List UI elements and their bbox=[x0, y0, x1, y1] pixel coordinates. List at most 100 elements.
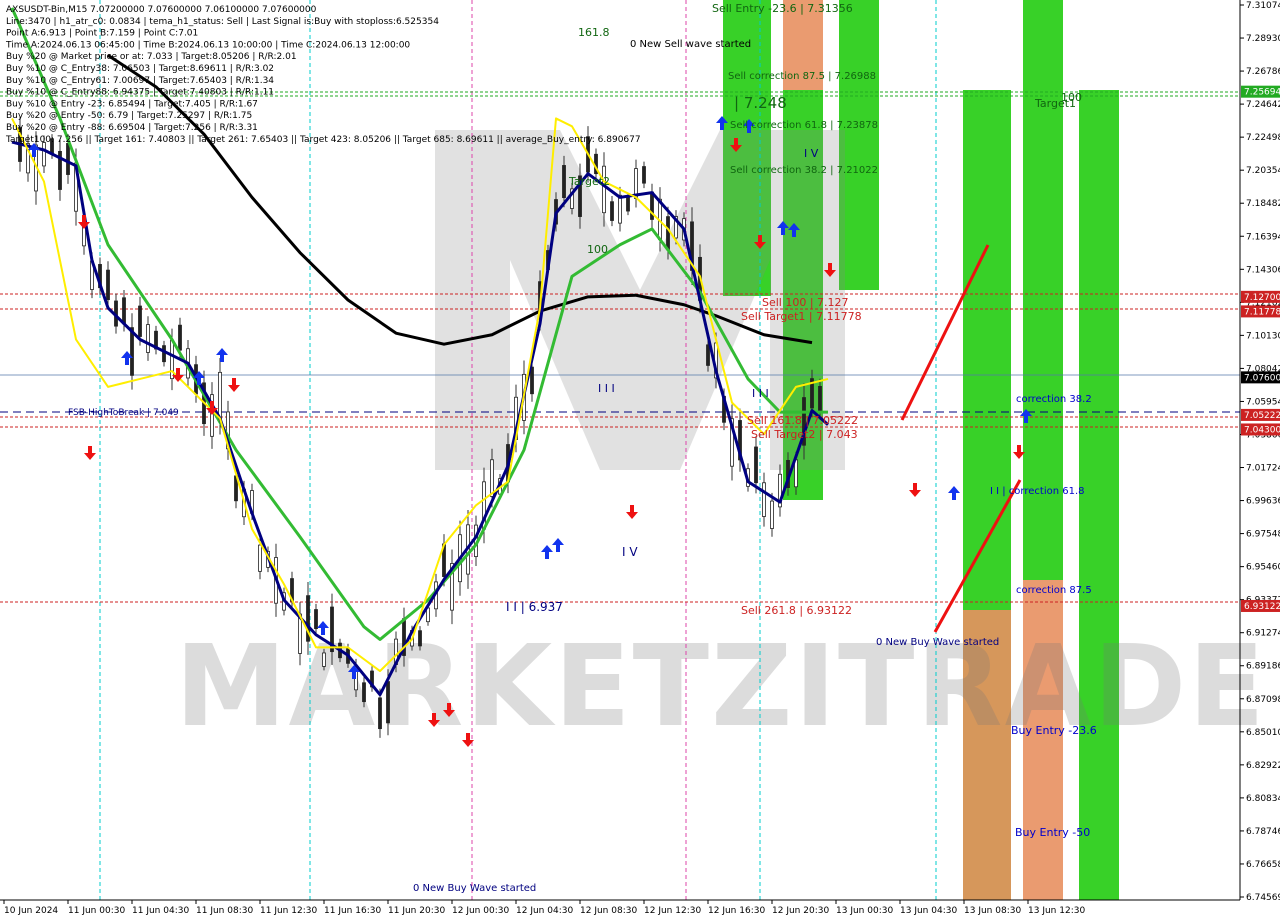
time-tick-label: 12 Jun 16:30 bbox=[708, 906, 765, 916]
price-tick-label: 7.10130 bbox=[1246, 331, 1280, 341]
chart-annotation: I I | correction 61.8 bbox=[990, 486, 1085, 497]
candle-body bbox=[418, 630, 422, 647]
price-tick-label: 7.14306 bbox=[1246, 265, 1280, 275]
header-line: Point A:6.913 | Point B:7.159 | Point C:… bbox=[6, 29, 198, 39]
price-chart: MARKETZITRADE Sell Entry -23.6 | 7.31356… bbox=[0, 0, 1280, 916]
chart-annotation: Sell 261.8 | 6.93122 bbox=[741, 604, 852, 617]
candle-body bbox=[386, 681, 390, 724]
candle-body bbox=[754, 446, 758, 484]
header-line: Time A:2024.06.13 06:45:00 | Time B:2024… bbox=[5, 40, 410, 50]
candle-body bbox=[818, 385, 822, 413]
time-tick-label: 11 Jun 12:30 bbox=[260, 906, 317, 916]
price-tick-label: 6.95460 bbox=[1246, 563, 1280, 573]
chart-annotation: 0 New Buy Wave started bbox=[876, 637, 999, 648]
price-tick-label: 6.91274 bbox=[1246, 629, 1280, 639]
time-tick-label: 13 Jun 12:30 bbox=[1028, 906, 1085, 916]
candle-body bbox=[162, 345, 166, 363]
chart-annotation: 0 New Buy Wave started bbox=[413, 883, 536, 894]
chart-annotation: | 7.248 bbox=[734, 94, 787, 112]
candle-body bbox=[626, 196, 630, 212]
chart-annotation: Sell correction 61.8 | 7.23878 bbox=[730, 120, 878, 131]
price-axis: 7.31074 7.28930 7.26786 7.24642 7.22498 7.203… bbox=[1239, 0, 1280, 903]
price-tick-label: 6.74569 bbox=[1246, 893, 1280, 903]
candle-body bbox=[490, 459, 494, 497]
chart-annotation: Sell Target1 | 7.11778 bbox=[741, 310, 862, 323]
price-tag-label: 7.11778 bbox=[1244, 307, 1280, 317]
candle-body bbox=[322, 652, 326, 667]
candle-body bbox=[178, 324, 182, 351]
candle-body bbox=[770, 500, 774, 529]
price-tick-label: 6.80834 bbox=[1246, 794, 1280, 804]
chart-annotation: Sell 100 | 7.127 bbox=[762, 296, 849, 309]
time-tick-label: 10 Jun 2024 bbox=[4, 906, 58, 916]
candle-body bbox=[106, 269, 110, 301]
candle-body bbox=[618, 194, 622, 224]
price-tick-label: 7.18482 bbox=[1246, 199, 1280, 209]
chart-annotation: 100 bbox=[587, 243, 608, 256]
price-tag-label: 7.05222 bbox=[1244, 411, 1280, 421]
time-tick-label: 11 Jun 04:30 bbox=[132, 906, 189, 916]
candle-body bbox=[122, 297, 126, 325]
price-tick-label: 7.31074 bbox=[1246, 1, 1280, 11]
candle-body bbox=[218, 371, 222, 421]
header-line: Buy %10 @ C_Entry61: 7.00697 | Target:7.… bbox=[6, 76, 274, 86]
chart-annotation: 161.8 bbox=[578, 26, 610, 39]
header-line: Line:3470 | h1_atr_c0: 0.0834 | tema_h1_… bbox=[6, 17, 439, 27]
price-tick-label: 6.87098 bbox=[1246, 695, 1280, 705]
header-line: Buy %20 @ Entry -88: 6.69504 | Target:7.… bbox=[6, 123, 258, 133]
candle-body bbox=[138, 305, 142, 337]
price-tick-label: 7.26786 bbox=[1246, 67, 1280, 77]
price-tick-label: 6.99636 bbox=[1246, 497, 1280, 507]
header-line: AXSUSDT-Bin,M15 7.07200000 7.07600000 7.… bbox=[6, 5, 317, 15]
time-tick-label: 12 Jun 04:30 bbox=[516, 906, 573, 916]
chart-annotation: I I I bbox=[752, 387, 769, 400]
chart-annotation: I V bbox=[804, 147, 819, 160]
price-tick-label: 7.05954 bbox=[1246, 397, 1280, 407]
chart-annotation: I I | 6.937 bbox=[506, 600, 563, 614]
time-tick-label: 12 Jun 08:30 bbox=[580, 906, 637, 916]
price-tick-label: 6.78746 bbox=[1246, 827, 1280, 837]
candle-body bbox=[314, 609, 318, 629]
header-line: Buy %20 @ Market price or at: 7.033 | Ta… bbox=[6, 52, 297, 62]
header-line: Buy %10 @ C_Entry88: 6.94375 | Target:7.… bbox=[6, 88, 274, 98]
chart-annotation: correction 38.2 bbox=[1016, 394, 1092, 405]
chart-annotation: FSB-HighToBreak | 7.049 bbox=[68, 408, 179, 418]
time-tick-label: 13 Jun 04:30 bbox=[900, 906, 957, 916]
time-tick-label: 11 Jun 20:30 bbox=[388, 906, 445, 916]
candle-body bbox=[66, 143, 70, 175]
price-tag-label: 7.04300 bbox=[1244, 425, 1280, 435]
candle-body bbox=[130, 327, 134, 376]
time-axis: 10 Jun 2024 11 Jun 00:30 11 Jun 04:30 11 Ju… bbox=[0, 899, 1240, 916]
chart-annotation: Buy Entry -50 bbox=[1015, 826, 1090, 839]
chart-annotation: 0 New Sell wave started bbox=[630, 39, 751, 50]
candle-body bbox=[258, 544, 262, 572]
chart-annotation: Target2 bbox=[568, 175, 610, 188]
price-tag-label: 7.25694 bbox=[1244, 88, 1280, 98]
price-tick-label: 7.22498 bbox=[1246, 133, 1280, 143]
time-tick-label: 12 Jun 20:30 bbox=[772, 906, 829, 916]
time-tick-label: 13 Jun 00:30 bbox=[836, 906, 893, 916]
time-tick-label: 13 Jun 08:30 bbox=[964, 906, 1021, 916]
candle-body bbox=[666, 216, 670, 250]
watermark-text: MARKETZITRADE bbox=[175, 622, 1267, 752]
price-tick-label: 6.89186 bbox=[1246, 662, 1280, 672]
time-tick-label: 11 Jun 08:30 bbox=[196, 906, 253, 916]
chart-annotation: Sell correction 38.2 | 7.21022 bbox=[730, 165, 878, 176]
candle-body bbox=[562, 165, 566, 198]
candle-body bbox=[42, 142, 46, 167]
price-tag-label: 6.93122 bbox=[1244, 602, 1280, 612]
candle-body bbox=[602, 165, 606, 214]
chart-annotation: Sell correction 87.5 | 7.26988 bbox=[728, 71, 876, 82]
time-tick-label: 11 Jun 16:30 bbox=[324, 906, 381, 916]
candle-body bbox=[762, 482, 766, 517]
price-tick-label: 6.82922 bbox=[1246, 761, 1280, 771]
candle-body bbox=[530, 366, 534, 395]
header-line: Target100: 7.256 || Target 161: 7.40803 … bbox=[5, 135, 641, 145]
candle-body bbox=[378, 697, 382, 730]
chart-annotation: Buy Entry -23.6 bbox=[1011, 724, 1097, 737]
chart-annotation: Sell 161.8 | 7.05222 bbox=[747, 414, 858, 427]
price-tag-label: 7.12700 bbox=[1244, 293, 1280, 303]
time-tick-label: 12 Jun 12:30 bbox=[644, 906, 701, 916]
zone-green bbox=[1079, 90, 1119, 900]
chart-annotation: Sell Target2 | 7.043 bbox=[751, 428, 858, 441]
